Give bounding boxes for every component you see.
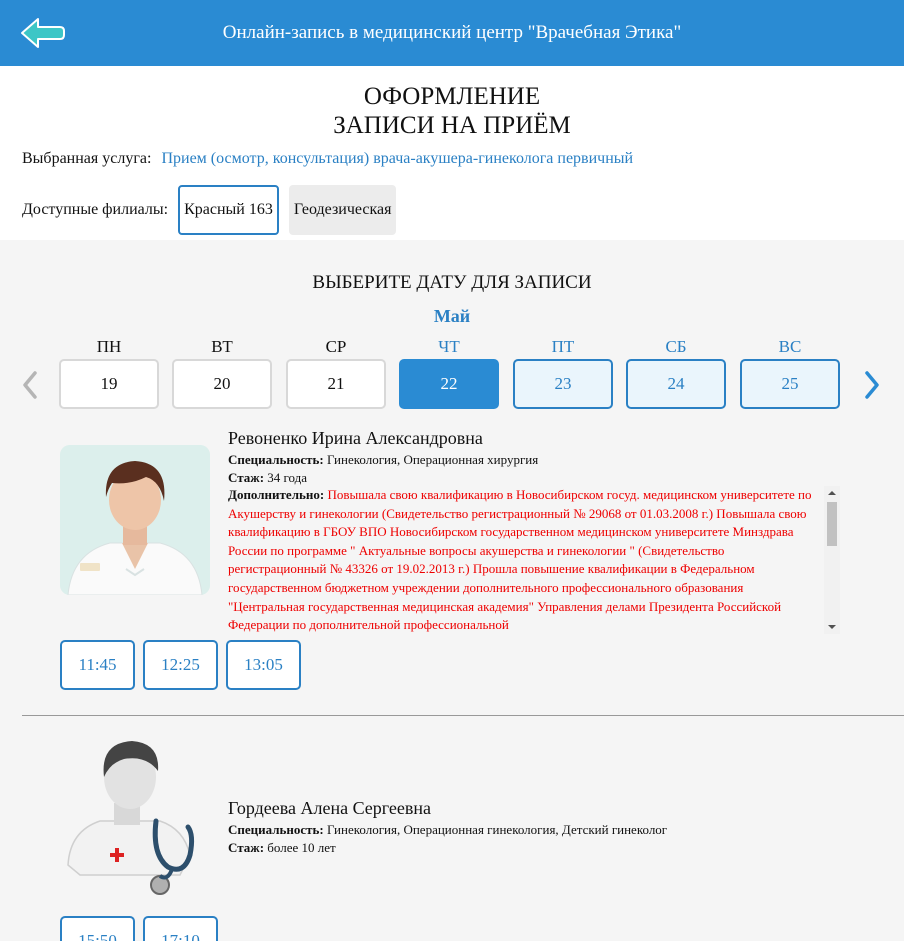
- experience-value: 34 года: [267, 470, 308, 485]
- doctor-extra-info[interactable]: Дополнительно: Повышала свою квалификаци…: [228, 486, 840, 634]
- specialty-value: Гинекология, Операционная хирургия: [327, 452, 539, 467]
- doctor-experience: Стаж: более 10 лет: [228, 840, 336, 856]
- day-name: ПТ: [551, 337, 575, 356]
- time-slot-button[interactable]: 13:05: [226, 640, 301, 690]
- time-slot-button[interactable]: 17:10: [143, 916, 218, 941]
- day-column-selected: ЧТ 22: [399, 335, 499, 409]
- branch-button-krasny[interactable]: Красный 163: [178, 185, 279, 235]
- header-bar: Онлайн-запись в медицинский центр "Враче…: [0, 0, 904, 66]
- schedule-section: ВЫБЕРИТЕ ДАТУ ДЛЯ ЗАПИСИ Май ПН 19 ВТ 20…: [0, 240, 904, 941]
- date-button[interactable]: 20: [172, 359, 272, 409]
- date-button[interactable]: 25: [740, 359, 840, 409]
- date-button-selected[interactable]: 22: [399, 359, 499, 409]
- scroll-up-arrow-icon[interactable]: [824, 486, 840, 500]
- doctor-photo: [60, 445, 210, 595]
- day-name: ВС: [778, 337, 802, 356]
- day-column: СР 21: [286, 335, 386, 409]
- date-button[interactable]: 19: [59, 359, 159, 409]
- chevron-right-icon[interactable]: [862, 370, 882, 400]
- day-column: ПН 19: [59, 335, 159, 409]
- experience-label: Стаж:: [228, 470, 265, 485]
- doctor-name: Гордеева Алена Сергеевна: [228, 798, 432, 818]
- doctor-specialty: Специальность: Гинекология, Операционная…: [228, 452, 538, 468]
- branch-button-geodezicheskaya[interactable]: Геодезическая: [288, 185, 397, 235]
- doctor-name: Ревоненко Ирина Александровна: [228, 428, 483, 448]
- experience-value: более 10 лет: [267, 840, 336, 855]
- booking-form-header: ОФОРМЛЕНИЕ ЗАПИСИ НА ПРИЁМ Выбранная усл…: [0, 66, 904, 240]
- day-name: ПН: [96, 337, 122, 356]
- doctor-specialty: Специальность: Гинекология, Операционная…: [228, 822, 667, 838]
- day-name: ВТ: [211, 337, 233, 356]
- scroll-down-arrow-icon[interactable]: [824, 620, 840, 634]
- day-column: СБ 24: [626, 335, 726, 409]
- date-button[interactable]: 24: [626, 359, 726, 409]
- day-name: СБ: [665, 337, 687, 356]
- specialty-label: Специальность:: [228, 452, 324, 467]
- select-date-title: ВЫБЕРИТЕ ДАТУ ДЛЯ ЗАПИСИ: [312, 272, 592, 293]
- doctor-placeholder-icon: [60, 735, 210, 895]
- day-column: ПТ 23: [513, 335, 613, 409]
- time-slot-button[interactable]: 12:25: [143, 640, 218, 690]
- specialty-label: Специальность:: [228, 822, 324, 837]
- day-column: ВС 25: [740, 335, 840, 409]
- branches-row: Доступные филиалы: Красный 163 Геодезиче…: [22, 185, 406, 235]
- extra-label: Дополнительно:: [228, 487, 325, 502]
- month-label: Май: [433, 306, 471, 326]
- experience-label: Стаж:: [228, 840, 265, 855]
- day-column: ВТ 20: [172, 335, 272, 409]
- day-name: СР: [325, 337, 347, 356]
- header-title: Онлайн-запись в медицинский центр "Враче…: [222, 22, 682, 43]
- selected-service: Выбранная услуга: Прием (осмотр, консульт…: [22, 150, 633, 168]
- selected-service-label: Выбранная услуга:: [22, 150, 152, 167]
- doctor-experience: Стаж: 34 года: [228, 470, 307, 486]
- date-button[interactable]: 23: [513, 359, 613, 409]
- scrollbar[interactable]: [824, 486, 840, 634]
- scroll-thumb[interactable]: [827, 502, 837, 546]
- time-slot-button[interactable]: 11:45: [60, 640, 135, 690]
- selected-service-link[interactable]: Прием (осмотр, консультация) врача-акуше…: [161, 150, 633, 167]
- branches-label: Доступные филиалы:: [22, 201, 169, 218]
- date-button[interactable]: 21: [286, 359, 386, 409]
- page-title: ОФОРМЛЕНИЕ ЗАПИСИ НА ПРИЁМ: [333, 83, 571, 139]
- time-slot-button[interactable]: 15:50: [60, 916, 135, 941]
- chevron-left-icon[interactable]: [20, 370, 40, 400]
- divider: [22, 715, 904, 716]
- day-name: ЧТ: [438, 337, 460, 356]
- extra-text: Повышала свою квалификацию в Новосибирск…: [228, 487, 812, 633]
- specialty-value: Гинекология, Операционная гинекология, Д…: [327, 822, 668, 837]
